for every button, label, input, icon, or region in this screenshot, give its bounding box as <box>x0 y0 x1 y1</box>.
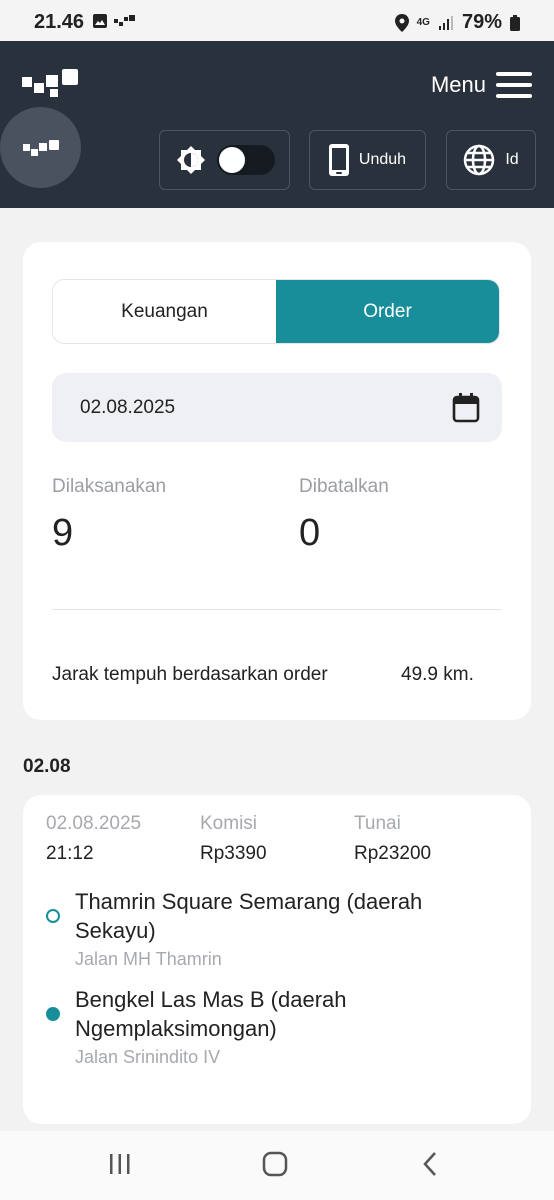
order-card[interactable]: 02.08.2025 21:12 Komisi Rp3390 Tunai Rp2… <box>23 795 531 1124</box>
gallery-icon <box>93 14 107 28</box>
app-logo <box>22 69 78 97</box>
view-tabs: Keuangan Order <box>52 279 500 344</box>
brightness-icon <box>176 146 205 174</box>
system-nav-bar <box>0 1131 554 1200</box>
theme-toggle-button[interactable] <box>159 130 290 190</box>
completed-value: 9 <box>52 512 74 554</box>
language-button[interactable]: Id <box>446 130 536 190</box>
recent-apps-icon[interactable] <box>107 1151 133 1177</box>
commission-label: Komisi <box>200 813 258 834</box>
home-icon[interactable] <box>262 1151 288 1177</box>
cancelled-stat: Dibatalkan 0 <box>299 476 389 555</box>
cancelled-value: 0 <box>299 512 321 554</box>
pickup-title: Thamrin Square Semarang (daerah Sekayu) <box>75 889 423 943</box>
divider <box>52 609 502 610</box>
calendar-icon[interactable] <box>452 392 480 423</box>
pickup-point: Thamrin Square Semarang (daerah Sekayu) … <box>75 887 495 970</box>
location-icon <box>394 13 409 32</box>
back-icon[interactable] <box>418 1151 444 1177</box>
cancelled-label: Dibatalkan <box>299 476 389 497</box>
dropoff-street: Jalan Srinindito IV <box>75 1047 221 1067</box>
distance-value: 49.9 km. <box>401 664 474 685</box>
toggle-knob <box>218 147 245 173</box>
order-date: 02.08.2025 <box>46 813 142 834</box>
status-bar: 21.46 4G 79% <box>0 0 554 41</box>
avatar-logo-icon <box>22 139 59 156</box>
language-label: Id <box>505 151 519 168</box>
hamburger-icon <box>496 72 532 98</box>
date-value: 02.08.2025 <box>80 396 176 418</box>
battery-icon <box>510 14 520 31</box>
distance-label: Jarak tempuh berdasarkan order <box>52 664 328 685</box>
summary-card: Keuangan Order 02.08.2025 Dilaksanakan 9… <box>23 242 531 720</box>
dropoff-marker-icon <box>46 1007 60 1021</box>
download-label: Unduh <box>358 151 407 168</box>
globe-icon <box>464 144 495 176</box>
tab-order[interactable]: Order <box>276 280 499 343</box>
network-type-icon: 4G <box>416 17 430 28</box>
dropoff-point: Bengkel Las Mas B (daerah Ngemplaksimong… <box>75 985 495 1068</box>
order-group-date: 02.08 <box>23 756 71 777</box>
tab-keuangan[interactable]: Keuangan <box>53 280 276 343</box>
theme-toggle-switch[interactable] <box>216 145 275 175</box>
app-notification-icon <box>114 15 135 26</box>
menu-label: Menu <box>430 72 486 97</box>
dropoff-title: Bengkel Las Mas B (daerah Ngemplaksimong… <box>75 987 347 1041</box>
date-picker-field[interactable]: 02.08.2025 <box>52 373 502 442</box>
profile-avatar[interactable] <box>0 107 81 188</box>
status-time: 21.46 <box>34 11 85 33</box>
cash-label: Tunai <box>354 813 401 834</box>
completed-label: Dilaksanakan <box>52 476 167 497</box>
cash-value: Rp23200 <box>354 843 432 864</box>
signal-icon <box>438 15 453 30</box>
menu-button[interactable]: Menu <box>431 71 532 99</box>
pickup-marker-icon <box>46 909 60 923</box>
battery-percent: 79% <box>461 11 502 33</box>
order-time: 21:12 <box>46 843 94 864</box>
download-button[interactable]: Unduh <box>309 130 426 190</box>
phone-icon <box>328 144 349 176</box>
pickup-street: Jalan MH Thamrin <box>75 949 222 969</box>
completed-stat: Dilaksanakan 9 <box>52 476 166 555</box>
commission-value: Rp3390 <box>200 843 267 864</box>
app-header: Menu Unduh Id <box>0 41 554 208</box>
